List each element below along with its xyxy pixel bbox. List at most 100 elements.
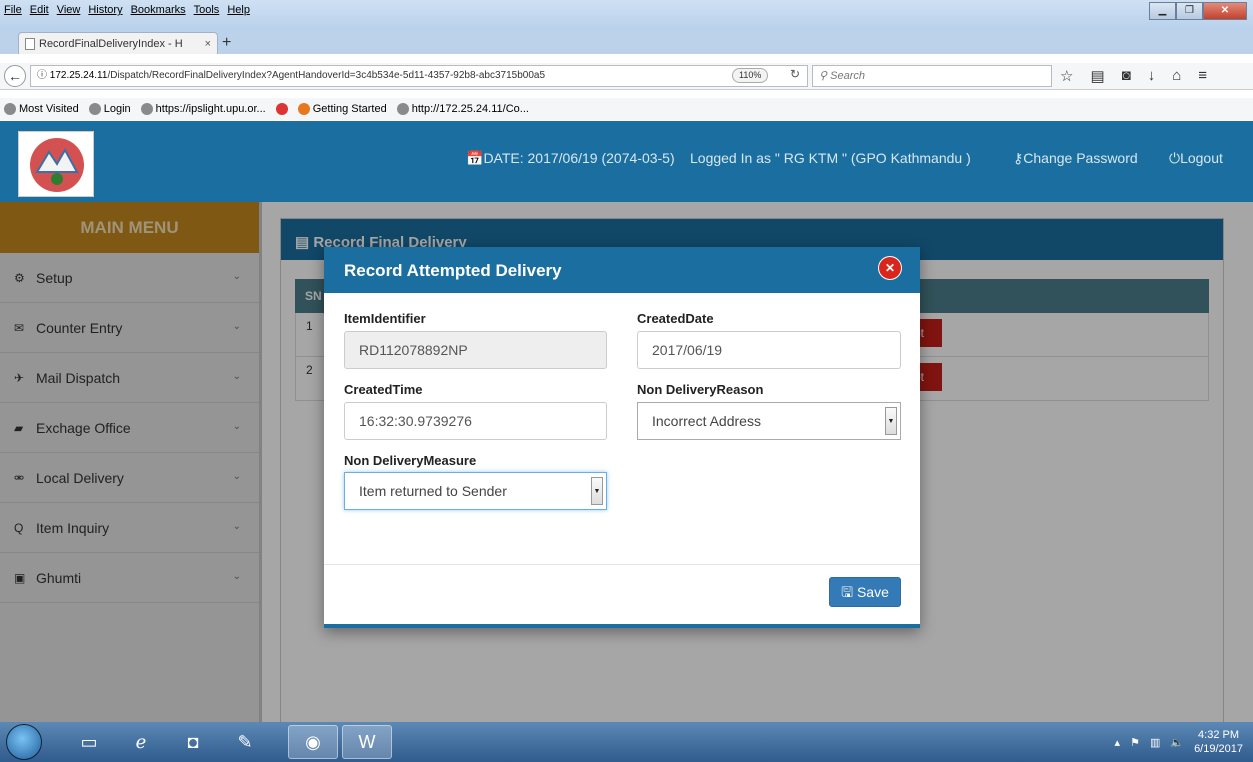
outlook-taskbar-icon[interactable]: ◘ xyxy=(168,725,218,759)
modal-header: Record Attempted Delivery ✕ xyxy=(324,247,920,293)
date-display: 📅DATE: 2017/06/19 (2074-03-5) xyxy=(466,150,675,167)
bookmark-getting-started[interactable]: Getting Started xyxy=(297,103,387,115)
address-bar[interactable]: ⓘ 172.25.24.11/Dispatch/RecordFinalDeliv… xyxy=(30,65,808,87)
volume-icon[interactable]: 🔈 xyxy=(1170,736,1184,749)
new-tab-button[interactable]: + xyxy=(222,34,231,52)
clock-time: 4:32 PM xyxy=(1198,729,1240,741)
search-icon: ⚲ xyxy=(819,70,828,82)
pocket-icon[interactable]: ◙ xyxy=(1122,67,1131,85)
clock-date: 6/19/2017 xyxy=(1194,743,1243,755)
non-delivery-reason-label: Non DeliveryReason xyxy=(637,382,764,397)
modal-title: Record Attempted Delivery xyxy=(344,261,562,280)
globe-icon xyxy=(396,103,409,115)
start-button[interactable] xyxy=(6,724,42,760)
globe-icon xyxy=(88,103,101,115)
created-date-field[interactable]: 2017/06/19 xyxy=(637,331,901,369)
network-icon[interactable]: ▥ xyxy=(1150,736,1160,749)
date-text: DATE: 2017/06/19 (2074-03-5) xyxy=(483,150,675,166)
ie-taskbar-icon[interactable]: ℯ xyxy=(116,725,166,759)
bookmark-label: Login xyxy=(103,103,131,115)
created-date-label: CreatedDate xyxy=(637,311,714,326)
bookmark-label: Most Visited xyxy=(19,103,79,115)
selected-reason: Incorrect Address xyxy=(652,413,761,429)
paint-taskbar-icon[interactable]: ✎ xyxy=(220,725,270,759)
power-icon: ⏻ xyxy=(1169,150,1181,166)
close-icon[interactable]: ✕ xyxy=(879,257,901,279)
search-placeholder: Search xyxy=(830,70,865,82)
save-button[interactable]: 🖫 Save xyxy=(829,577,901,607)
record-attempted-delivery-modal: Record Attempted Delivery ✕ ItemIdentifi… xyxy=(324,247,920,628)
menu-bookmarks[interactable]: Bookmarks xyxy=(131,4,186,16)
navigation-bar: ← ⓘ 172.25.24.11/Dispatch/RecordFinalDel… xyxy=(0,63,1253,90)
flag-icon[interactable]: ⚑ xyxy=(1130,736,1140,749)
maximize-button[interactable]: ❐ xyxy=(1176,2,1203,20)
system-tray: ▴ ⚑ ▥ 🔈 4:32 PM 6/19/2017 xyxy=(1083,722,1253,762)
app-header: 📅DATE: 2017/06/19 (2074-03-5) Logged In … xyxy=(0,121,1253,202)
bookmark-local[interactable]: http://172.25.24.11/Co... xyxy=(396,103,529,115)
download-icon[interactable]: ↓ xyxy=(1148,67,1156,85)
item-identifier-field[interactable]: RD112078892NP xyxy=(344,331,607,369)
dropdown-arrow-icon: ▼ xyxy=(591,477,603,505)
menu-edit[interactable]: Edit xyxy=(30,4,49,16)
firefox-taskbar-icon[interactable]: ◉ xyxy=(288,725,338,759)
home-icon[interactable]: ⌂ xyxy=(1172,67,1181,85)
bookmarks-toolbar: Most Visited Login https://ipslight.upu.… xyxy=(0,98,1253,120)
non-delivery-measure-select[interactable]: Item returned to Sender ▼ xyxy=(344,472,607,510)
menu-file[interactable]: File xyxy=(4,4,22,16)
search-input[interactable]: ⚲ Search xyxy=(812,65,1052,87)
logout-link[interactable]: ⏻Logout xyxy=(1169,150,1223,167)
logged-in-text: Logged In as " RG KTM " (GPO Kathmandu ) xyxy=(690,150,971,166)
reading-list-icon[interactable]: ▤ xyxy=(1090,67,1104,85)
globe-icon xyxy=(140,103,153,115)
show-hidden-icons-icon[interactable]: ▴ xyxy=(1115,736,1121,749)
zoom-indicator[interactable]: 110% xyxy=(732,68,769,83)
url-host: 172.25.24.11 xyxy=(49,70,108,81)
word-taskbar-icon[interactable]: W xyxy=(342,725,392,759)
menu-icon[interactable]: ≡ xyxy=(1198,67,1207,85)
menu-help[interactable]: Help xyxy=(227,4,250,16)
explorer-taskbar-icon[interactable]: ▭ xyxy=(64,725,114,759)
menu-tools[interactable]: Tools xyxy=(194,4,220,16)
bookmark-ox[interactable] xyxy=(275,103,288,115)
logout-label: Logout xyxy=(1180,150,1223,166)
bookmark-label: http://172.25.24.11/Co... xyxy=(411,103,529,115)
modal-footer-divider xyxy=(324,564,920,565)
tab-title: RecordFinalDeliveryIndex - H xyxy=(39,37,183,50)
tab-close-icon[interactable]: × xyxy=(205,38,211,50)
window-close-button[interactable]: ✕ xyxy=(1203,2,1247,20)
window-controls: ▁ ❐ ✕ xyxy=(1149,2,1247,20)
created-time-label: CreatedTime xyxy=(344,382,423,397)
item-identifier-label: ItemIdentifier xyxy=(344,311,426,326)
menu-history[interactable]: History xyxy=(88,4,122,16)
bookmark-label: Getting Started xyxy=(312,103,387,115)
menu-view[interactable]: View xyxy=(57,4,81,16)
url-path: /Dispatch/RecordFinalDeliveryIndex?Agent… xyxy=(107,70,546,81)
windows-taskbar: ▭ ℯ ◘ ✎ ◉ W ▴ ⚑ ▥ 🔈 4:32 PM 6/19/2017 xyxy=(0,722,1253,762)
selected-measure: Item returned to Sender xyxy=(359,483,507,499)
toolbar-icons: ☆ ▤ ◙ ↓ ⌂ ≡ xyxy=(1060,67,1207,85)
change-password-link[interactable]: ⚷Change Password xyxy=(1013,150,1138,167)
non-delivery-reason-select[interactable]: Incorrect Address ▼ xyxy=(637,402,901,440)
back-button[interactable]: ← xyxy=(4,65,26,87)
browser-tab[interactable]: RecordFinalDeliveryIndex - H × xyxy=(18,32,218,54)
folder-icon xyxy=(4,103,16,115)
change-password-label: Change Password xyxy=(1023,150,1138,166)
nepal-emblem-logo xyxy=(18,131,94,197)
browser-menubar: File Edit View History Bookmarks Tools H… xyxy=(0,0,1253,30)
bookmark-most-visited[interactable]: Most Visited xyxy=(4,103,79,115)
reload-icon[interactable]: ↻ xyxy=(790,67,800,81)
non-delivery-measure-label: Non DeliveryMeasure xyxy=(344,453,477,468)
star-icon[interactable]: ☆ xyxy=(1060,67,1073,85)
tab-strip: RecordFinalDeliveryIndex - H × + xyxy=(0,30,1253,54)
clock[interactable]: 4:32 PM 6/19/2017 xyxy=(1194,728,1243,756)
key-icon: ⚷ xyxy=(1013,150,1024,166)
minimize-button[interactable]: ▁ xyxy=(1149,2,1176,20)
page-icon xyxy=(25,37,35,50)
bookmark-label: https://ipslight.upu.or... xyxy=(155,103,266,115)
created-time-field[interactable]: 16:32:30.9739276 xyxy=(344,402,607,440)
save-label: Save xyxy=(856,584,889,600)
bookmark-login[interactable]: Login xyxy=(88,103,131,115)
bookmark-ipslight[interactable]: https://ipslight.upu.or... xyxy=(140,103,266,115)
info-icon[interactable]: ⓘ xyxy=(37,70,47,81)
dropdown-arrow-icon: ▼ xyxy=(885,407,897,435)
